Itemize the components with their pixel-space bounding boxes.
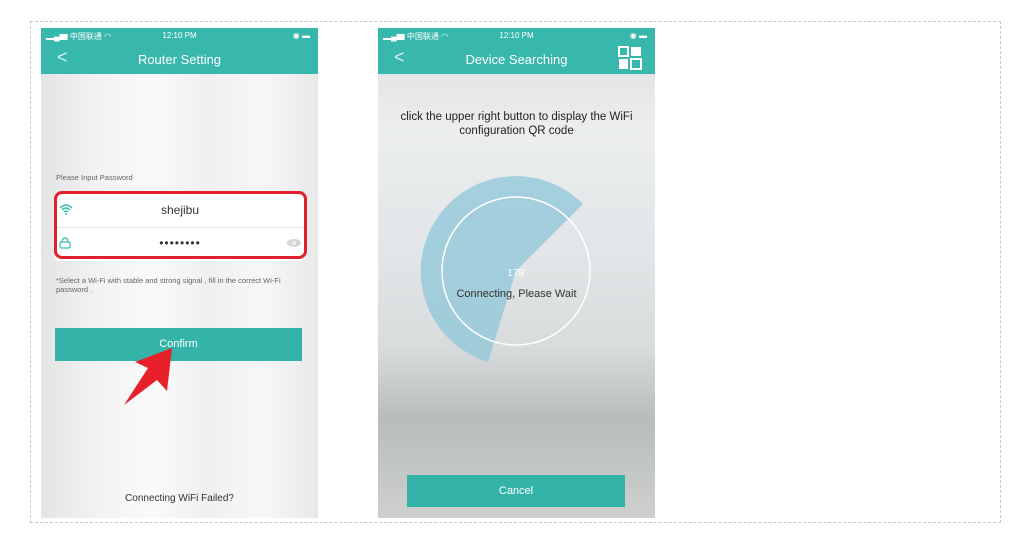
connecting-status: Connecting, Please Wait [456,288,577,300]
red-arrow-icon [124,348,172,405]
page-title: Router Setting [137,52,222,67]
status-time: 12:10 PM [162,31,197,40]
nav-bar: < Router Setting [41,43,318,74]
status-bar: ▂▄▆ 中国联通 ◠ 12:10 PM ◉ ▬ [41,28,318,43]
router-setting-screen: ▂▄▆ 中国联通 ◠ 12:10 PM ◉ ▬ < Router Setting… [41,28,318,518]
device-searching-screen: ▂▄▆ 中国联通 ◠ 12:10 PM ◉ ▬ < Device Searchi… [378,28,655,518]
hint-text: *Select a Wi-Fi with stable and strong s… [56,276,281,294]
cancel-button[interactable]: Cancel [407,475,625,507]
connecting-failed-link[interactable]: Connecting WiFi Failed? [41,493,318,504]
battery-icon: ◉ ▬ [292,31,310,40]
countdown: 179' [507,268,526,279]
highlight-box [54,191,307,259]
password-label: Please Input Password [56,173,133,182]
